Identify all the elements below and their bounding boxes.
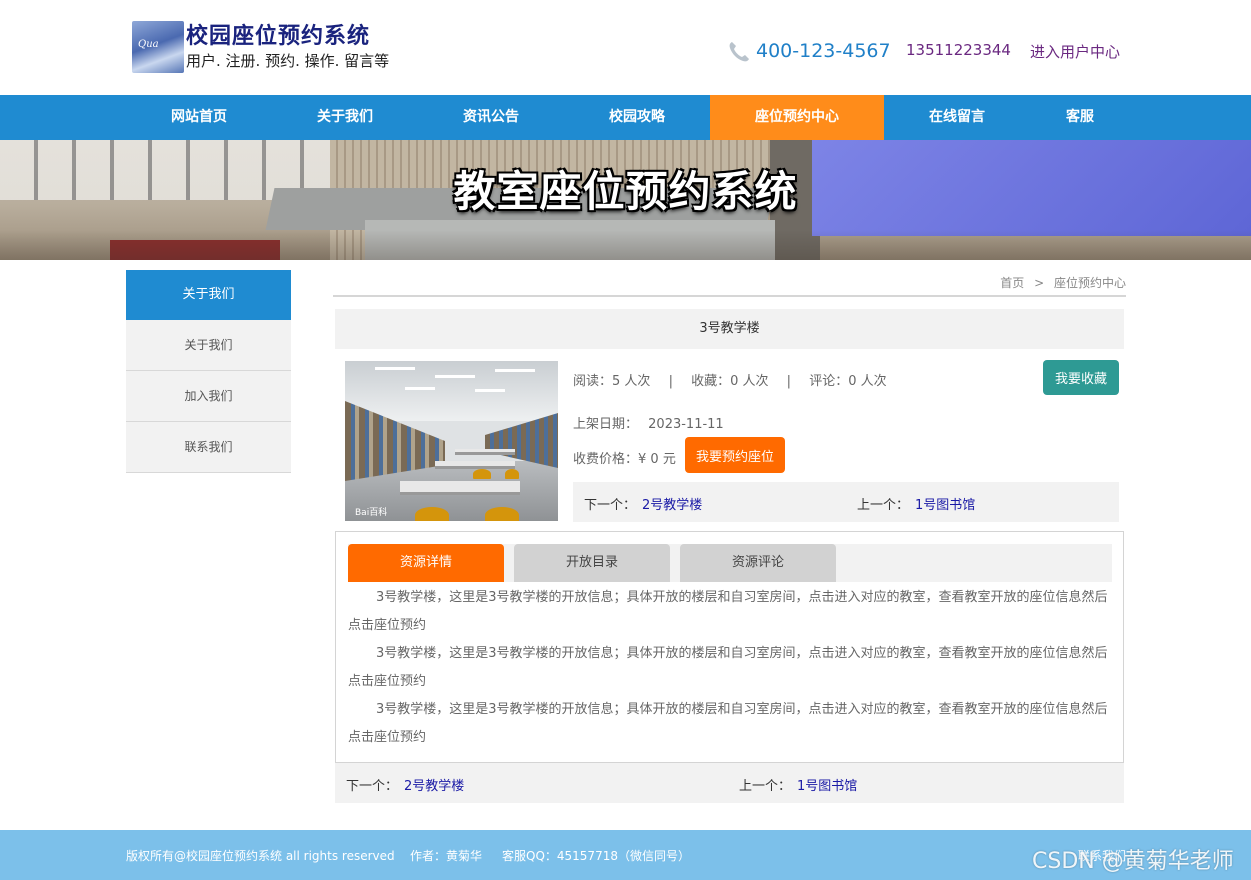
sidebar-item-join[interactable]: 加入我们 bbox=[126, 371, 291, 422]
next-label: 下一个： bbox=[584, 498, 637, 513]
read-label: 阅读： bbox=[573, 374, 613, 389]
comment-count: 0 人次 bbox=[848, 374, 887, 389]
detail-paragraph: 3号教学楼，这里是3号教学楼的开放信息；具体开放的楼层和自习室房间，点击进入对应… bbox=[348, 702, 1108, 745]
csdn-watermark: CSDN @黄菊华老师 bbox=[1032, 849, 1234, 874]
comment-label: 评论： bbox=[809, 374, 849, 389]
favorite-button[interactable]: 我要收藏 bbox=[1043, 360, 1119, 395]
detail-paragraph: 3号教学楼，这里是3号教学楼的开放信息；具体开放的楼层和自习室房间，点击进入对应… bbox=[348, 590, 1108, 633]
photo-chair bbox=[485, 507, 519, 521]
sidebar-heading: 关于我们 bbox=[126, 270, 291, 320]
breadcrumb-current[interactable]: 座位预约中心 bbox=[1054, 276, 1126, 290]
photo-light bbox=[375, 367, 415, 370]
read-count: 5 人次 bbox=[612, 374, 651, 389]
banner-title: 教室座位预约系统 bbox=[453, 167, 798, 216]
resource-prev-next: 下一个： 2号教学楼 上一个： 1号图书馆 bbox=[573, 482, 1119, 522]
footer-author: 作者：黄菊华 bbox=[410, 849, 483, 863]
nav-message[interactable]: 在线留言 bbox=[884, 95, 1030, 140]
bottom-prev-link[interactable]: 1号图书馆 bbox=[797, 779, 857, 794]
photo-chair bbox=[505, 469, 519, 479]
phone-number: 400-123-4567 bbox=[756, 40, 891, 62]
tab-details[interactable]: 资源详情 bbox=[348, 544, 504, 582]
fav-label: 收藏： bbox=[691, 374, 731, 389]
site-header: Qua 校园座位预约系统 用户. 注册. 预约. 操作. 留言等 400-123… bbox=[0, 0, 1251, 95]
breadcrumb-home[interactable]: 首页 bbox=[1000, 276, 1024, 290]
footer-copyright: 版权所有@校园座位预约系统 all rights reserved bbox=[126, 849, 395, 863]
listing-date: 上架日期： 2023-11-11 bbox=[573, 413, 724, 432]
price: 收费价格：¥ 0 元 bbox=[573, 448, 676, 467]
next-link[interactable]: 2号教学楼 bbox=[642, 498, 702, 513]
nav-home[interactable]: 网站首页 bbox=[126, 95, 272, 140]
site-subtitle: 用户. 注册. 预约. 操作. 留言等 bbox=[186, 52, 390, 70]
photo-chair bbox=[473, 469, 491, 479]
logo[interactable]: Qua bbox=[132, 21, 184, 73]
detail-panel: 资源详情 开放目录 资源评论 3号教学楼，这里是3号教学楼的开放信息；具体开放的… bbox=[335, 531, 1124, 763]
nav-about[interactable]: 关于我们 bbox=[272, 95, 418, 140]
footer-qq: 客服QQ：45157718（微信同号） bbox=[502, 849, 690, 863]
logo-text: Qua bbox=[138, 39, 159, 50]
bottom-next-item: 下一个： 2号教学楼 bbox=[346, 775, 464, 794]
breadcrumb: 首页 > 座位预约中心 bbox=[333, 270, 1126, 297]
main-nav: 网站首页 关于我们 资讯公告 校园攻略 座位预约中心 在线留言 客服 bbox=[0, 95, 1251, 140]
photo-table bbox=[435, 461, 515, 469]
date-label: 上架日期： bbox=[573, 417, 639, 432]
bottom-next-link[interactable]: 2号教学楼 bbox=[404, 779, 464, 794]
resource-image: Bai百科 bbox=[345, 361, 558, 521]
nav-service[interactable]: 客服 bbox=[1030, 95, 1130, 140]
prev-item: 上一个： 1号图书馆 bbox=[857, 494, 975, 513]
photo-light bbox=[475, 389, 505, 392]
fav-count: 0 人次 bbox=[730, 374, 769, 389]
phone-icon bbox=[729, 42, 749, 62]
tab-catalog[interactable]: 开放目录 bbox=[514, 544, 670, 582]
resource-title: 3号教学楼 bbox=[335, 309, 1124, 349]
bottom-prev-item: 上一个： 1号图书馆 bbox=[739, 775, 857, 794]
stats-divider: | bbox=[668, 374, 673, 389]
nav-news[interactable]: 资讯公告 bbox=[418, 95, 564, 140]
price-label: 收费价格： bbox=[573, 452, 639, 467]
tab-comments[interactable]: 资源评论 bbox=[680, 544, 836, 582]
banner-floor bbox=[0, 230, 1251, 260]
bottom-prev-label: 上一个： bbox=[739, 779, 792, 794]
user-center-link[interactable]: 进入用户中心 bbox=[1030, 41, 1120, 62]
detail-paragraph: 3号教学楼，这里是3号教学楼的开放信息；具体开放的楼层和自习室房间，点击进入对应… bbox=[348, 646, 1108, 689]
photo-chair bbox=[415, 507, 449, 521]
stats-divider: | bbox=[786, 374, 792, 389]
prev-label: 上一个： bbox=[857, 498, 910, 513]
resource-stats: 阅读：5 人次 | 收藏：0 人次 | 评论：0 人次 bbox=[573, 370, 887, 389]
sidebar-item-about[interactable]: 关于我们 bbox=[126, 320, 291, 371]
photo-table bbox=[400, 481, 520, 495]
breadcrumb-separator: > bbox=[1034, 276, 1045, 290]
price-value: ¥ 0 元 bbox=[638, 452, 676, 467]
photo-watermark: Bai百科 bbox=[355, 508, 388, 518]
photo-light bbox=[495, 369, 535, 372]
nav-guide[interactable]: 校园攻略 bbox=[564, 95, 710, 140]
sidebar-item-contact[interactable]: 联系我们 bbox=[126, 422, 291, 473]
photo-light bbox=[435, 375, 475, 378]
bottom-prev-next: 下一个： 2号教学楼 上一个： 1号图书馆 bbox=[335, 763, 1124, 803]
photo-table bbox=[455, 449, 515, 455]
nav-seat-booking[interactable]: 座位预约中心 bbox=[710, 95, 884, 140]
photo-light bbox=[405, 387, 435, 390]
banner: 教室座位预约系统 bbox=[0, 140, 1251, 260]
prev-link[interactable]: 1号图书馆 bbox=[915, 498, 975, 513]
bottom-next-label: 下一个： bbox=[346, 779, 399, 794]
book-seat-button[interactable]: 我要预约座位 bbox=[685, 437, 785, 473]
date-value: 2023-11-11 bbox=[648, 417, 724, 432]
tab-bar: 资源详情 开放目录 资源评论 bbox=[348, 544, 1112, 582]
mobile-number: 13511223344 bbox=[906, 41, 1011, 59]
page: Qua 校园座位预约系统 用户. 注册. 预约. 操作. 留言等 400-123… bbox=[0, 0, 1251, 880]
next-item: 下一个： 2号教学楼 bbox=[584, 494, 702, 513]
site-title: 校园座位预约系统 bbox=[186, 24, 371, 49]
photo-shelf-right bbox=[485, 413, 558, 468]
